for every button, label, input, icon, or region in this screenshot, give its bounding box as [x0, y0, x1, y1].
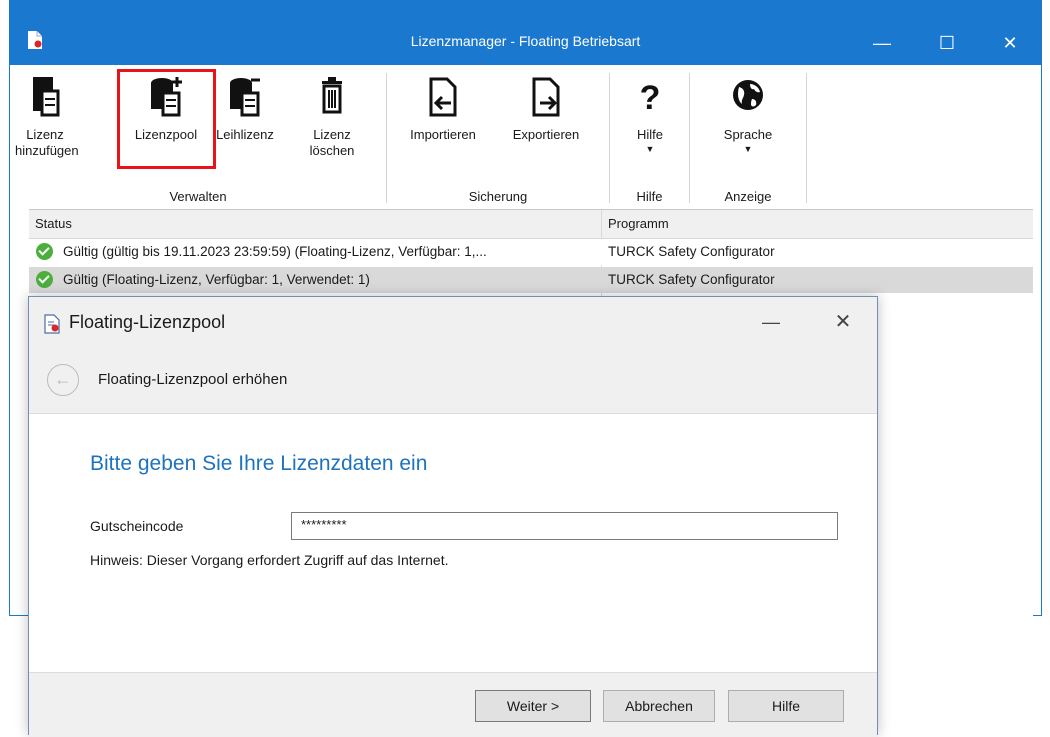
dialog-title-bar: Floating-Lizenzpool — ✕ [29, 297, 877, 349]
trash-icon [322, 77, 342, 114]
valid-check-icon [36, 243, 53, 260]
dialog-minimize-button[interactable]: — [751, 307, 791, 337]
loan-license-button[interactable]: Leihlizenz [206, 75, 284, 143]
close-button[interactable]: ✕ [987, 25, 1033, 61]
voucher-code-input[interactable]: ********* [291, 512, 838, 540]
wizard-step-title: Floating-Lizenzpool erhöhen [98, 371, 288, 388]
globe-icon [733, 80, 763, 110]
dialog-app-icon [44, 314, 60, 334]
back-arrow-icon[interactable]: ← [47, 364, 79, 396]
voucher-code-label: Gutscheincode [90, 518, 184, 534]
import-button[interactable]: Importieren [398, 75, 488, 143]
floating-license-pool-dialog: Floating-Lizenzpool — ✕ ← Floating-Lizen… [28, 296, 878, 737]
dialog-title: Floating-Lizenzpool [69, 312, 226, 332]
group-sicherung: Sicherung [468, 189, 528, 204]
internet-hint: Hinweis: Dieser Vorgang erfordert Zugrif… [90, 552, 449, 568]
title-bar: Lizenzmanager - Floating Betriebsart — ☐… [10, 1, 1041, 65]
group-separator [689, 73, 690, 203]
group-separator [609, 73, 610, 203]
wizard-nav-bar: ← Floating-Lizenzpool erhöhen [29, 349, 877, 414]
dialog-close-button[interactable]: ✕ [823, 307, 863, 337]
help-icon: ? [640, 79, 661, 117]
highlight-box [117, 69, 216, 169]
table-row[interactable]: Gültig (Floating-Lizenz, Verfügbar: 1, V… [29, 267, 1033, 293]
loan-license-icon [230, 78, 260, 117]
add-license-icon [33, 77, 60, 117]
dropdown-arrow-icon: ▼ [645, 144, 655, 154]
column-header-program[interactable]: Programm [608, 216, 669, 231]
dialog-heading: Bitte geben Sie Ihre Lizenzdaten ein [90, 452, 428, 475]
table-row[interactable]: Gültig (gültig bis 19.11.2023 23:59:59) … [29, 239, 1033, 265]
import-icon [429, 77, 457, 117]
next-button[interactable]: Weiter > [475, 690, 591, 722]
group-verwalten: Verwalten [169, 189, 227, 204]
minimize-button[interactable]: — [859, 25, 905, 61]
group-separator [806, 73, 807, 203]
export-icon [532, 77, 560, 117]
svg-text:?: ? [640, 79, 661, 117]
dropdown-arrow-icon: ▼ [743, 144, 753, 154]
help-button[interactable]: Hilfe [728, 690, 844, 722]
group-anzeige: Anzeige [724, 189, 772, 204]
column-header-status[interactable]: Status [35, 216, 72, 231]
ribbon: Lizenz hinzufügen Lizenzpool Leihlizenz [10, 65, 1041, 211]
cancel-button[interactable]: Abbrechen [603, 690, 715, 722]
delete-license-button[interactable]: Lizenz löschen [304, 75, 360, 159]
add-license-button[interactable]: Lizenz hinzufügen [15, 75, 79, 159]
language-menu-button[interactable]: Sprache ▼ [706, 75, 790, 155]
group-hilfe: Hilfe [636, 189, 663, 204]
export-button[interactable]: Exportieren [500, 75, 592, 143]
group-separator [386, 73, 387, 203]
valid-check-icon [36, 271, 53, 288]
table-header: Status Programm [29, 210, 1033, 239]
help-menu-button[interactable]: ? Hilfe ▼ [622, 75, 678, 155]
maximize-button[interactable]: ☐ [924, 25, 970, 61]
